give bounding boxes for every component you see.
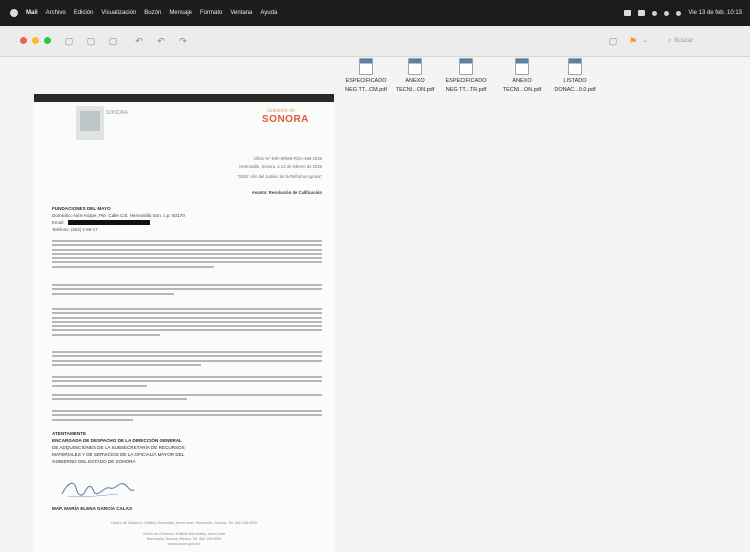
signer-title-line: DE ADQUISICIONES DE LA SUBSECRETARÍA DE … xyxy=(52,445,185,450)
forward-icon[interactable]: ↷ xyxy=(178,36,188,46)
scanned-letter: SONORA Gobierno de SONORA Oficio N°-DIR-… xyxy=(34,94,334,552)
menu-archivo[interactable]: Archivo xyxy=(46,10,66,16)
body-paragraph xyxy=(52,284,322,297)
desktop-file[interactable]: ESPECIFICADO NEG TT...TR.pdf xyxy=(436,58,496,93)
file-name: ANEXO xyxy=(512,78,532,84)
pdf-file-icon xyxy=(568,58,582,75)
menu-edicion[interactable]: Edición xyxy=(74,10,94,16)
compose-icon[interactable]: ▢ xyxy=(608,36,618,46)
control-center-icon[interactable] xyxy=(652,10,658,16)
menu-app-mail[interactable]: Mail xyxy=(26,10,38,16)
pdf-file-icon xyxy=(359,58,373,75)
signer-title-line: MATERIALES Y DE SERVICIOS DE LA OFICIALÍ… xyxy=(52,452,185,457)
reply-icon[interactable]: ↶ xyxy=(134,36,144,46)
mail-toolbar: ▢ ▢ ▢ ↶ ↶ ↷ ▢ ⚑ ⌄ ⌕ Buscar xyxy=(0,26,750,57)
menu-ventana[interactable]: Ventana xyxy=(230,10,252,16)
closing-attentive: ATENTAMENTE xyxy=(52,431,87,436)
file-name-sub: NEG TT...TR.pdf xyxy=(445,87,487,93)
body-paragraph xyxy=(52,240,322,270)
archive-icon[interactable]: ▢ xyxy=(64,36,74,46)
search-placeholder: Buscar xyxy=(674,38,694,44)
desktop-file[interactable]: ANEXO TECNI...ON.pdf xyxy=(492,58,552,93)
flag-icon[interactable]: ⚑ xyxy=(628,36,638,46)
subject-line: Asunto: Resolución de Calificación xyxy=(251,190,322,195)
footer-line: Hermosillo, Sonora, México. Tel. 662 108… xyxy=(146,537,222,541)
body-paragraph xyxy=(52,376,322,389)
menu-visualizacion[interactable]: Visualización xyxy=(101,10,136,16)
handwritten-signature xyxy=(61,482,135,498)
file-name: LISTADO xyxy=(563,78,587,84)
reply-all-icon[interactable]: ↶ xyxy=(156,36,166,46)
trash-icon[interactable]: ▢ xyxy=(86,36,96,46)
recipient-phone: Teléfono: (662) 1-59-17 xyxy=(52,227,98,232)
chevron-down-icon[interactable]: ⌄ xyxy=(640,36,650,46)
pdf-file-icon xyxy=(515,58,529,75)
pdf-file-icon xyxy=(408,58,422,75)
display-icon[interactable] xyxy=(638,10,646,16)
sonora-logo: Gobierno de SONORA xyxy=(262,108,309,138)
footer-line: Centro de Gobierno, Edificio Hermosillo,… xyxy=(142,532,226,536)
window-controls xyxy=(20,37,51,44)
footer-line: Centro de Gobierno, Edificio Hermosillo,… xyxy=(110,521,258,525)
search-icon: ⌕ xyxy=(668,37,672,44)
body-paragraph xyxy=(52,351,322,368)
signer-title-line: GOBIERNO DEL ESTADO DE SONORA xyxy=(52,459,136,464)
menu-buzon[interactable]: Buzón xyxy=(144,10,161,16)
file-name-sub: DONAC...0.0.pdf xyxy=(554,87,596,93)
search-menubar-icon[interactable] xyxy=(676,10,682,16)
office-number: Oficio N°-DIR-SRMS-RGA-468-2025 xyxy=(253,156,322,161)
recipient-email: Email: xyxy=(52,220,151,226)
place-date: Hermosillo, Sonora, a 13 de febrero de 2… xyxy=(239,164,322,169)
sonora-logo-name: SONORA xyxy=(262,114,309,125)
email-label: Email: xyxy=(52,220,65,225)
recipient-address: Domicilio: Asís-Arizpe, Pte. Calle Col. … xyxy=(52,213,185,218)
recipient-name: FUNDACIONES DEL MAYO xyxy=(52,206,111,211)
body-paragraph xyxy=(52,410,322,423)
year-motto: "2025: Año del Jubileo de la Reforma Agr… xyxy=(237,174,322,179)
battery-icon[interactable] xyxy=(624,10,632,16)
menu-ayuda[interactable]: Ayuda xyxy=(260,10,277,16)
menu-mensaje[interactable]: Mensaje xyxy=(169,10,192,16)
desktop-file[interactable]: LISTADO DONAC...0.0.pdf xyxy=(545,58,605,93)
document-top-bar xyxy=(34,94,334,102)
redacted-email xyxy=(68,220,151,226)
left-logo-text: SONORA xyxy=(106,110,128,116)
search-field[interactable]: ⌕ Buscar xyxy=(668,34,742,48)
zoom-window-button[interactable] xyxy=(44,37,51,44)
minimize-window-button[interactable] xyxy=(32,37,39,44)
apple-icon[interactable] xyxy=(10,9,18,17)
menubar-clock[interactable]: Vie 13 de feb. 10:13 xyxy=(688,10,742,16)
footer-line: www.sonora.gob.mx xyxy=(167,542,201,546)
close-window-button[interactable] xyxy=(20,37,27,44)
pdf-file-icon xyxy=(459,58,473,75)
wifi-icon[interactable] xyxy=(664,10,670,16)
signer-title-line: ENCARGADA DE DESPACHO DE LA DIRECCIÓN GE… xyxy=(52,438,182,443)
body-paragraph xyxy=(52,394,322,403)
signer-name: MAP. MARÍA ELENA GARCÍA CALAS xyxy=(52,506,133,511)
government-seal-logo xyxy=(76,106,104,140)
file-name: ESPECIFICADO xyxy=(445,78,487,84)
body-paragraph xyxy=(52,308,322,338)
junk-icon[interactable]: ▢ xyxy=(108,36,118,46)
file-name-sub: TECNI...ON.pdf xyxy=(502,87,542,93)
menu-bar: Mail Archivo Edición Visualización Buzón… xyxy=(0,0,750,26)
menu-formato[interactable]: Formato xyxy=(200,10,222,16)
